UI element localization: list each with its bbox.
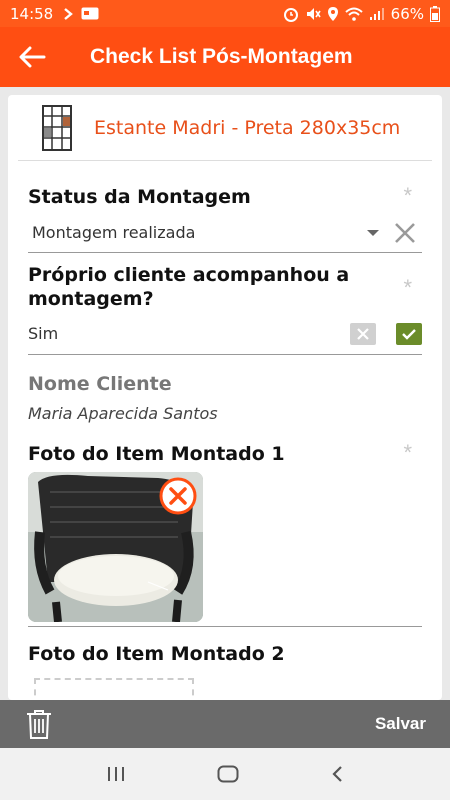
page-title: Check List Pós-Montagem — [90, 45, 353, 68]
status-value: Montagem realizada — [32, 223, 196, 242]
no-toggle-icon[interactable] — [350, 322, 376, 345]
back-arrow-icon — [19, 46, 46, 68]
chevron-right-icon — [64, 7, 74, 20]
accompanied-label: Próprio cliente acompanhou a montagem? — [28, 264, 350, 310]
photo1-label: Foto do Item Montado 1 — [28, 443, 285, 465]
divider — [28, 626, 422, 627]
clock: 14:58 — [10, 4, 54, 23]
accompanied-options: Sim — [28, 313, 422, 355]
photo2-label: Foto do Item Montado 2 — [28, 643, 285, 665]
dropdown-icon[interactable] — [366, 228, 380, 238]
alarm-icon — [283, 7, 298, 22]
product-name: Estante Madri - Preta 280x35cm — [94, 116, 401, 139]
required-marker: * — [403, 275, 412, 300]
bottom-action-bar: Salvar — [0, 700, 450, 748]
item-photo-1[interactable] — [28, 472, 203, 622]
product-thumbnail — [42, 104, 72, 151]
required-marker: * — [403, 183, 412, 208]
checklist-card: Estante Madri - Preta 280x35cm Status da… — [8, 95, 442, 700]
clear-x-icon[interactable] — [394, 222, 416, 244]
battery-icon — [430, 5, 440, 22]
nav-home-icon[interactable] — [217, 765, 239, 783]
close-circle-icon[interactable] — [159, 477, 197, 515]
photo2-field: Foto do Item Montado 2 — [28, 642, 422, 700]
back-button[interactable] — [0, 27, 64, 87]
system-icons: 66% — [283, 5, 440, 23]
status-bar: 14:58 66% — [0, 0, 450, 27]
nav-back-icon[interactable] — [330, 765, 344, 783]
required-marker: * — [403, 440, 412, 465]
status-select[interactable]: Montagem realizada — [28, 213, 422, 253]
accompanied-value: Sim — [28, 324, 59, 343]
trash-icon[interactable] — [26, 709, 52, 739]
app-bar: Check List Pós-Montagem — [0, 27, 450, 87]
photo1-field: Foto do Item Montado 1 * — [28, 440, 422, 627]
status-field: Status da Montagem * Montagem realizada — [28, 183, 422, 253]
status-label: Status da Montagem — [28, 186, 251, 208]
add-photo-placeholder[interactable] — [34, 678, 194, 700]
signal-icon — [369, 7, 384, 20]
mute-icon — [306, 7, 321, 20]
client-name-value: Maria Aparecida Santos — [28, 404, 218, 423]
client-name-field: Nome Cliente Maria Aparecida Santos — [28, 372, 422, 423]
wifi-icon — [344, 7, 363, 21]
save-button[interactable]: Salvar — [375, 714, 426, 734]
check-icon[interactable] — [396, 322, 422, 345]
battery-text: 66% — [390, 4, 424, 23]
card-icon — [81, 7, 99, 20]
nav-recent-icon[interactable] — [106, 766, 126, 782]
location-icon — [327, 6, 338, 21]
system-nav-bar — [0, 748, 450, 800]
notification-icons — [63, 7, 99, 20]
product-header: Estante Madri - Preta 280x35cm — [18, 95, 432, 161]
client-name-label: Nome Cliente — [28, 373, 172, 395]
accompanied-field: Próprio cliente acompanhou a montagem? *… — [28, 263, 422, 355]
